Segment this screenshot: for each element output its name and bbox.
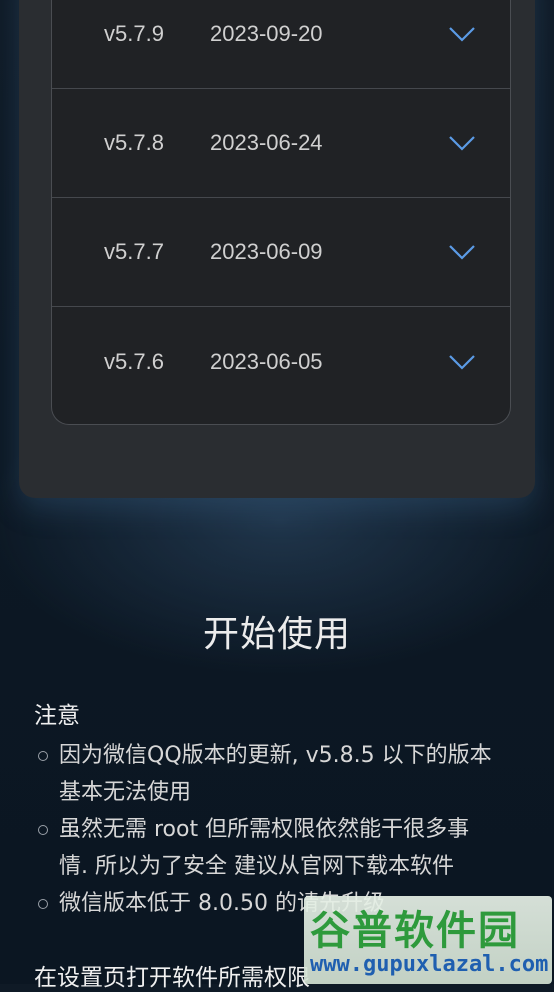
version-number: v5.7.9 xyxy=(104,21,164,46)
getting-started-title: 开始使用 xyxy=(202,614,351,655)
chevron-down-icon[interactable] xyxy=(448,25,476,43)
version-number: v5.7.7 xyxy=(104,239,164,264)
bullet-icon xyxy=(38,899,48,909)
chevron-down-icon[interactable] xyxy=(448,353,476,371)
watermark: 谷普软件园 www.gupuxlazal.com xyxy=(304,896,552,984)
bullet-icon xyxy=(38,751,48,761)
watermark-logo: 谷普软件园 xyxy=(310,908,520,954)
notice-item: 因为微信QQ版本的更新, v5.8.5 以下的版本 基本无法使用 xyxy=(59,737,529,811)
notice-item-line: 因为微信QQ版本的更新, v5.8.5 以下的版本 xyxy=(59,743,492,768)
version-number: v5.7.8 xyxy=(104,130,164,155)
version-row[interactable]: v5.7.6 2023-06-05 xyxy=(52,307,510,416)
version-row[interactable]: v5.7.9 2023-09-20 xyxy=(52,0,510,89)
version-row[interactable]: v5.7.7 2023-06-09 xyxy=(52,198,510,307)
permissions-heading: 在设置页打开软件所需权限 xyxy=(34,965,310,991)
version-list: v5.7.9 2023-09-20 v5.7.8 2023-06-24 v5.7… xyxy=(51,0,511,425)
notice-item-line: 基本无法使用 xyxy=(59,780,192,805)
notice-item: 虽然无需 root 但所需权限依然能干很多事 情. 所以为了安全 建议从官网下载… xyxy=(59,811,529,885)
watermark-url: www.gupuxlazal.com xyxy=(310,952,549,977)
version-date: 2023-06-09 xyxy=(210,239,323,264)
notice-item-line: 虽然无需 root 但所需权限依然能干很多事 xyxy=(59,817,470,842)
version-date: 2023-09-20 xyxy=(210,21,323,46)
version-date: 2023-06-05 xyxy=(210,348,323,374)
notice-item-line: 情. 所以为了安全 建议从官网下载本软件 xyxy=(59,854,454,879)
version-row[interactable]: v5.7.8 2023-06-24 xyxy=(52,89,510,198)
notice-heading: 注意 xyxy=(34,703,80,729)
chevron-down-icon[interactable] xyxy=(448,134,476,152)
version-number: v5.7.6 xyxy=(104,348,164,374)
version-date: 2023-06-24 xyxy=(210,130,323,155)
bullet-icon xyxy=(38,825,48,835)
chevron-down-icon[interactable] xyxy=(448,243,476,261)
